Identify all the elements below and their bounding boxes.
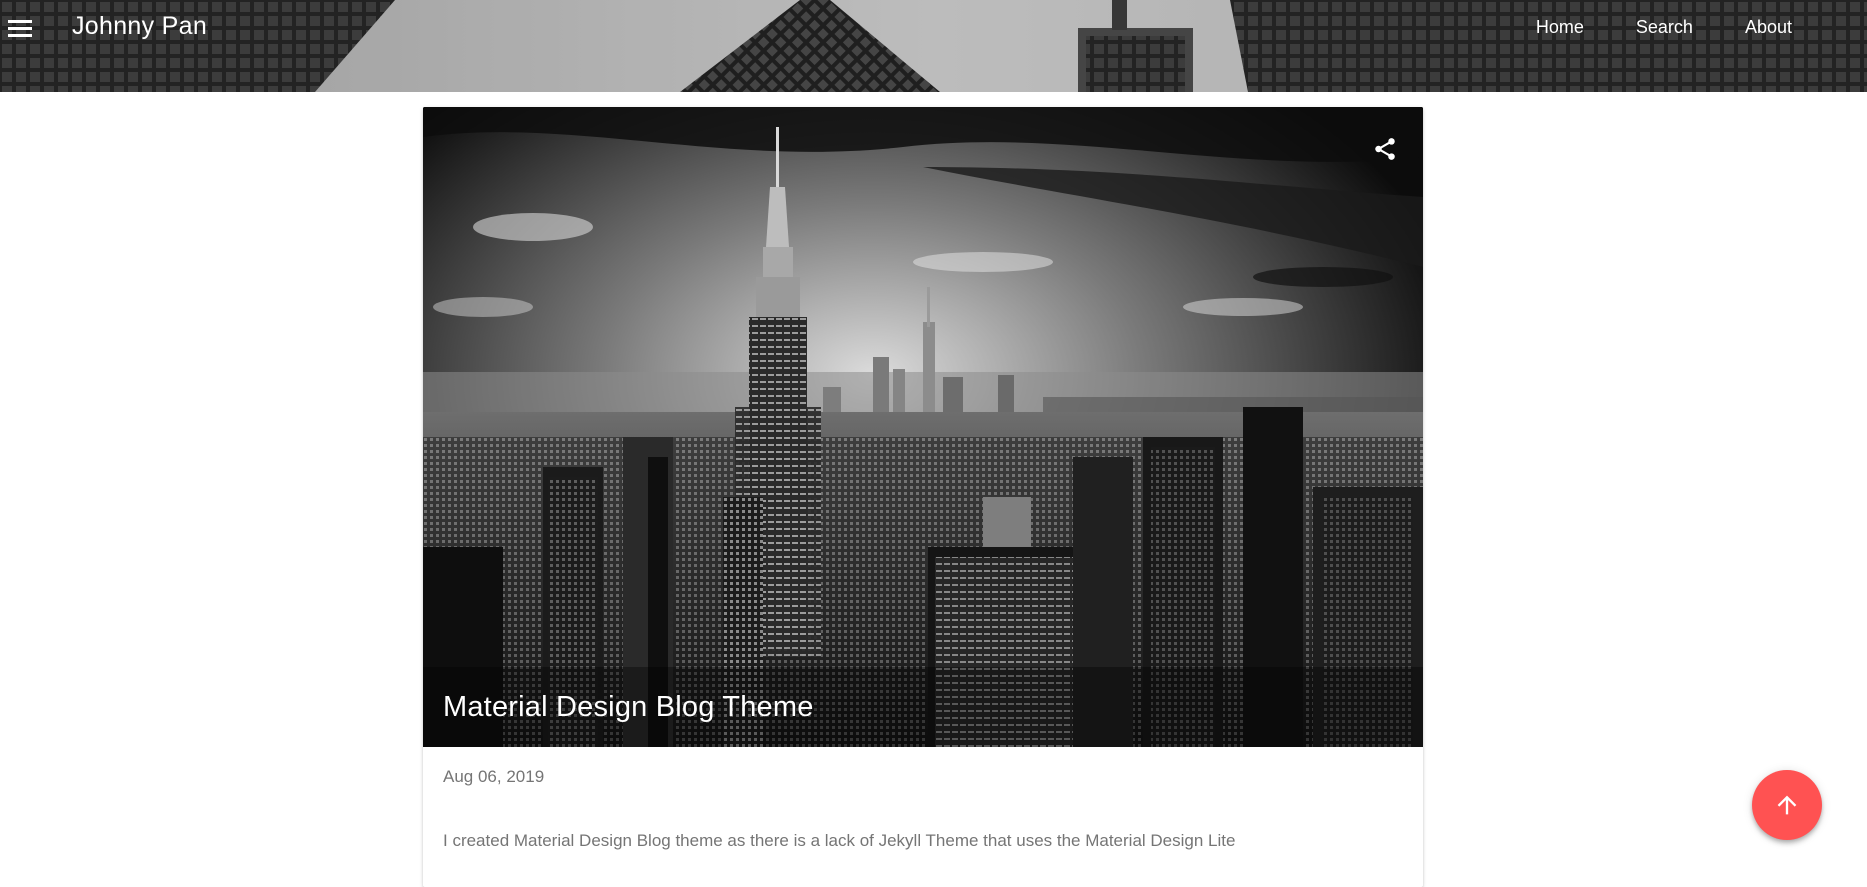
site-title[interactable]: Johnny Pan	[72, 12, 207, 41]
city-skyline-illustration	[423, 107, 1423, 747]
nav-about-link[interactable]: About	[1719, 0, 1867, 54]
share-button[interactable]	[1367, 131, 1403, 167]
menu-button[interactable]	[0, 10, 40, 46]
share-icon	[1375, 138, 1395, 160]
nav-search-link[interactable]: Search	[1610, 0, 1719, 54]
main-nav: Home Search About	[1510, 0, 1867, 54]
post-date: Aug 06, 2019	[443, 767, 545, 786]
post-title[interactable]: Material Design Blog Theme	[443, 691, 814, 724]
arrow-up-icon	[1777, 795, 1797, 815]
post-cover-image[interactable]: Material Design Blog Theme	[423, 107, 1423, 747]
nav-home-link[interactable]: Home	[1510, 0, 1610, 54]
site-header: Johnny Pan Home Search About	[0, 0, 1867, 92]
post-card: Material Design Blog Theme Aug 06, 2019 …	[423, 107, 1423, 887]
menu-icon	[8, 20, 32, 37]
back-to-top-button[interactable]	[1752, 770, 1822, 840]
post-excerpt: I created Material Design Blog theme as …	[443, 831, 1236, 850]
